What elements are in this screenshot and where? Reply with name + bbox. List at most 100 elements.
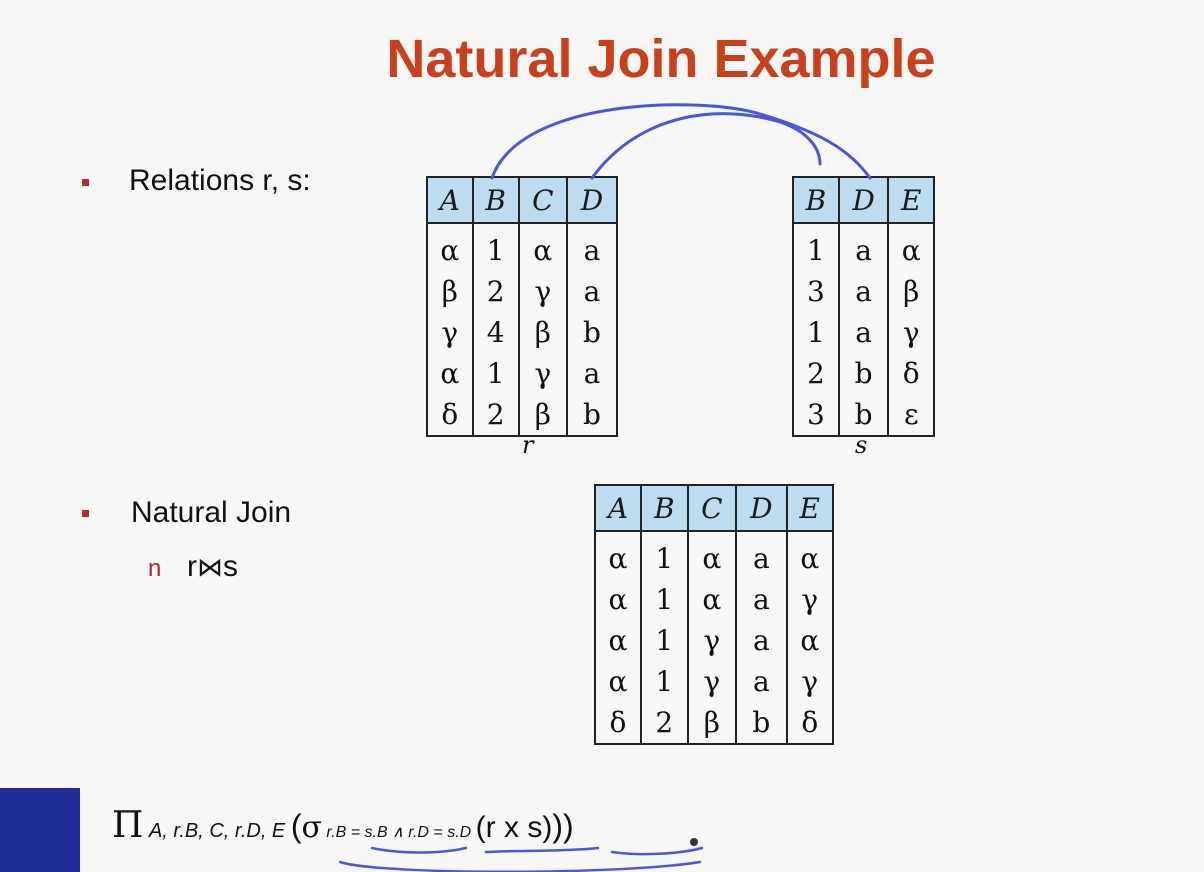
join-operand-r: r: [187, 550, 197, 583]
table-cell: γ: [426, 312, 474, 353]
table-cell: α: [594, 620, 642, 661]
table-row: α1γaγ: [594, 661, 835, 702]
pen-underline-rxs: [610, 846, 704, 856]
table-cell: a: [837, 312, 890, 353]
table-cell: α: [594, 531, 642, 579]
table-cell: β: [517, 394, 568, 437]
column-header: B: [792, 176, 840, 224]
table-header-row: A B C D E: [594, 484, 835, 532]
table-cell: ε: [887, 394, 935, 437]
bullet-marker: [82, 179, 89, 186]
pen-arc-d-to-d: [590, 112, 822, 180]
slide-title: Natural Join Example: [386, 29, 936, 89]
table-cell: 1: [639, 579, 689, 620]
column-header: B: [471, 176, 520, 224]
table-cell: a: [735, 661, 788, 702]
selection-symbol: σ: [301, 810, 322, 845]
table-row: 1aγ: [792, 312, 935, 353]
table-cell: 1: [471, 223, 520, 271]
table-cell: α: [686, 531, 738, 579]
bullet-relations-text: Relations r, s:: [129, 164, 311, 197]
table-cell: 2: [792, 353, 840, 394]
column-header: E: [887, 176, 935, 224]
table-row: 3bε: [792, 394, 935, 437]
table-cell: γ: [686, 620, 738, 661]
relational-algebra-formula: Π A, r.B, C, r.D, E (σ r.B = s.B ∧ r.D =…: [112, 805, 574, 846]
column-header: B: [639, 484, 689, 532]
table-cell: 3: [792, 271, 840, 312]
table-cell: 1: [639, 661, 689, 702]
table-cell: 2: [471, 271, 520, 312]
table-cell: δ: [887, 353, 935, 394]
table-cell: α: [594, 661, 642, 702]
cartesian-product: (r x s): [475, 811, 553, 844]
table-cell: 1: [792, 312, 840, 353]
table-cell: a: [735, 531, 788, 579]
pen-underline-cond-d: [484, 846, 600, 854]
selection-condition-b: r.B = s.B: [326, 824, 388, 841]
table-cell: b: [837, 394, 890, 437]
column-header: C: [686, 484, 738, 532]
table-cell: 1: [471, 353, 520, 394]
table-cell: β: [517, 312, 568, 353]
table-row: α1αaα: [594, 531, 835, 579]
pen-loop-bottom: [338, 860, 702, 872]
sub-bullet-marker: n: [148, 555, 162, 582]
table-cell: a: [565, 353, 619, 394]
table-cell: 2: [471, 394, 520, 437]
relation-s-caption: s: [855, 431, 868, 459]
table-row: δ2βbδ: [594, 702, 835, 745]
column-header: C: [517, 176, 568, 224]
table-cell: b: [565, 312, 619, 353]
table-cell: b: [735, 702, 788, 745]
table-cell: γ: [517, 353, 568, 394]
table-row: 2bδ: [792, 353, 935, 394]
column-header: D: [837, 176, 890, 224]
table-cell: δ: [594, 702, 642, 745]
column-header: D: [565, 176, 619, 224]
bowtie-icon: ⋈: [197, 553, 223, 583]
table-cell: a: [837, 271, 890, 312]
table-cell: γ: [785, 579, 835, 620]
table-cell: α: [686, 579, 738, 620]
relation-r-caption: r: [522, 431, 534, 459]
table-cell: α: [517, 223, 568, 271]
table-cell: 4: [471, 312, 520, 353]
table-cell: γ: [887, 312, 935, 353]
relation-s-table: B D E 1aα 3aβ 1aγ 2bδ 3bε: [792, 176, 935, 437]
table-cell: b: [837, 353, 890, 394]
table-cell: δ: [426, 394, 474, 437]
table-cell: a: [735, 620, 788, 661]
selection-condition-d: r.D = s.D: [408, 824, 472, 841]
table-cell: a: [735, 579, 788, 620]
table-cell: a: [837, 223, 890, 271]
bullet-natural-join-text: Natural Join: [131, 496, 292, 529]
table-cell: γ: [785, 661, 835, 702]
table-cell: a: [565, 223, 619, 271]
table-cell: γ: [517, 271, 568, 312]
slide-left-accent-bar: [0, 788, 80, 872]
table-row: β2γa: [426, 271, 619, 312]
table-row: γ4βb: [426, 312, 619, 353]
and-symbol: ∧: [392, 824, 404, 841]
table-cell: 3: [792, 394, 840, 437]
table-cell: γ: [686, 661, 738, 702]
table-cell: β: [426, 271, 474, 312]
pen-cursor-dot: [690, 838, 698, 846]
table-row: 3aβ: [792, 271, 935, 312]
table-cell: α: [785, 531, 835, 579]
formula-close-parens: )): [552, 808, 574, 844]
projection-symbol: Π: [112, 805, 144, 846]
table-cell: b: [565, 394, 619, 437]
column-header: E: [785, 484, 835, 532]
table-cell: δ: [785, 702, 835, 745]
table-row: α1αa: [426, 223, 619, 271]
natural-join-result-table: A B C D E α1αaα α1αaγ α1γaα α1γaγ δ2βbδ: [594, 484, 835, 745]
table-cell: α: [594, 579, 642, 620]
pen-arc-b-to-b: [490, 103, 872, 180]
pen-underline-cond-b: [370, 846, 468, 854]
join-operand-s: s: [223, 550, 238, 583]
join-expression: r⋈s: [187, 550, 238, 584]
table-row: 1aα: [792, 223, 935, 271]
table-cell: α: [785, 620, 835, 661]
